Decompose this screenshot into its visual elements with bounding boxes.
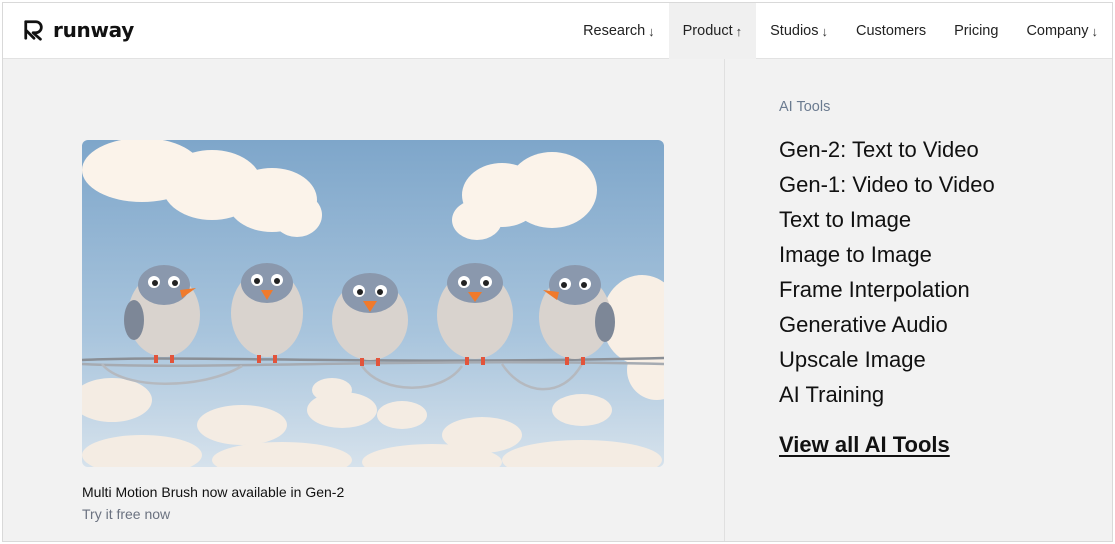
brand-name: runway: [53, 18, 134, 42]
product-mega-menu: Multi Motion Brush now available in Gen-…: [3, 59, 1112, 541]
nav-studios-label: Studios: [770, 23, 819, 39]
runway-logo[interactable]: runway: [23, 15, 134, 45]
try-it-free-link[interactable]: Try it free now: [82, 506, 170, 522]
view-all-ai-tools-link[interactable]: View all AI Tools: [779, 432, 950, 458]
birds-on-wire-illustration: [82, 140, 664, 467]
nav-studios[interactable]: Studios ↓: [756, 3, 842, 59]
ai-tools-heading: AI Tools: [779, 99, 831, 115]
nav-research-label: Research: [583, 23, 646, 39]
tool-link-gen2-text-to-video[interactable]: Gen-2: Text to Video: [779, 132, 995, 167]
browser-frame: runway Research ↓ Product ↑ Studios ↓ Cu…: [2, 2, 1113, 542]
nav-company[interactable]: Company ↓: [1012, 3, 1112, 59]
nav-customers-label: Customers: [856, 23, 927, 39]
tool-link-text-to-image[interactable]: Text to Image: [779, 202, 995, 237]
arrow-down-icon: ↓: [648, 23, 655, 39]
menu-divider: [724, 59, 725, 541]
ai-tools-list: Gen-2: Text to Video Gen-1: Video to Vid…: [779, 132, 995, 412]
tool-link-upscale-image[interactable]: Upscale Image: [779, 342, 995, 377]
nav-research[interactable]: Research ↓: [569, 3, 669, 59]
top-navigation-bar: runway Research ↓ Product ↑ Studios ↓ Cu…: [3, 3, 1112, 59]
main-nav: Research ↓ Product ↑ Studios ↓ Customers…: [569, 3, 1112, 59]
nav-company-label: Company: [1026, 23, 1089, 39]
tool-link-ai-training[interactable]: AI Training: [779, 377, 995, 412]
tool-link-generative-audio[interactable]: Generative Audio: [779, 307, 995, 342]
feature-image-birds-on-wire[interactable]: [82, 140, 664, 467]
nav-product[interactable]: Product ↑: [668, 3, 757, 59]
nav-pricing-label: Pricing: [954, 23, 999, 39]
arrow-down-icon: ↓: [1091, 23, 1099, 39]
arrow-up-icon: ↑: [735, 23, 743, 39]
runway-logo-icon: [24, 20, 43, 41]
feature-caption: Multi Motion Brush now available in Gen-…: [82, 484, 345, 500]
tool-link-image-to-image[interactable]: Image to Image: [779, 237, 995, 272]
nav-pricing[interactable]: Pricing: [940, 3, 1012, 59]
nav-product-label: Product: [682, 23, 733, 39]
nav-customers[interactable]: Customers: [842, 3, 940, 59]
tool-link-gen1-video-to-video[interactable]: Gen-1: Video to Video: [779, 167, 995, 202]
arrow-down-icon: ↓: [821, 23, 829, 39]
tool-link-frame-interpolation[interactable]: Frame Interpolation: [779, 272, 995, 307]
